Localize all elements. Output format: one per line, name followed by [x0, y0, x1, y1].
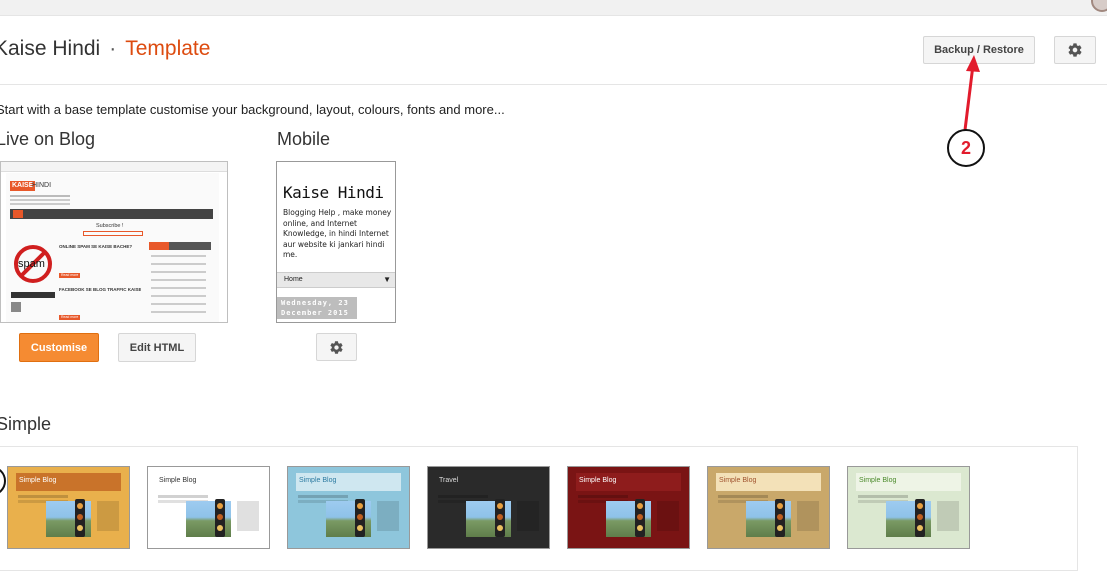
simple-heading: Simple: [0, 414, 52, 434]
theme-thumbnail[interactable]: Simple Blog: [847, 466, 970, 549]
title-separator: ·: [109, 37, 117, 60]
mobile-blog-description: Blogging Help , make money online, and I…: [283, 208, 392, 259]
theme-text-lines: [578, 495, 628, 498]
page-title: Kaise Hindi · Template: [0, 37, 210, 61]
live-template-preview[interactable]: KAISE HINDI Subscribe ! ONLINE SPAM SE K…: [0, 161, 228, 323]
settings-button[interactable]: [1054, 36, 1096, 64]
preview-home-tab: [13, 210, 23, 218]
theme-text-lines: [718, 495, 768, 498]
customise-button[interactable]: Customise: [19, 333, 99, 362]
section-name: Template: [125, 37, 211, 60]
theme-thumbnail[interactable]: Simple Blog: [707, 466, 830, 549]
theme-title: Simple Blog: [716, 473, 821, 491]
preview-widget-lines: [151, 255, 206, 257]
top-bar: [0, 0, 1107, 16]
blog-name[interactable]: Kaise Hindi: [0, 37, 100, 60]
theme-thumbnail[interactable]: Simple Blog: [7, 466, 130, 549]
theme-thumbnail[interactable]: Simple Blog: [287, 466, 410, 549]
avatar[interactable]: [1091, 0, 1107, 12]
preview-post-title-2: FACEBOOK SE BLOG TRAFFIC KAISE PAAYE ...: [59, 287, 141, 292]
theme-text-lines: [18, 495, 68, 498]
theme-title: Simple Blog: [156, 473, 261, 491]
mobile-home-label: Home: [284, 276, 303, 283]
theme-sidebar: [517, 501, 539, 531]
theme-text-lines: [438, 495, 488, 498]
mobile-template-preview[interactable]: Kaise Hindi Blogging Help , make money o…: [276, 161, 396, 323]
theme-title: Simple Blog: [296, 473, 401, 491]
theme-traffic-light: [495, 499, 505, 537]
theme-sidebar: [657, 501, 679, 531]
theme-text-lines: [158, 495, 208, 498]
preview-logo-text: HINDI: [32, 182, 52, 189]
preview-widget-tab-active: [149, 242, 169, 250]
theme-traffic-light: [635, 499, 645, 537]
gear-icon: [330, 340, 343, 354]
mobile-settings-button[interactable]: [316, 333, 357, 361]
preview-subscribe: Subscribe !: [96, 223, 124, 229]
gear-icon: [1068, 43, 1082, 57]
annotation-callout: 2: [947, 129, 985, 167]
theme-sidebar: [97, 501, 119, 531]
theme-title: Travel: [436, 473, 541, 491]
theme-sidebar: [797, 501, 819, 531]
mobile-blog-title: Kaise Hindi: [283, 183, 384, 202]
preview-tagline-lines: [10, 195, 70, 197]
theme-thumbnail[interactable]: Simple Blog: [147, 466, 270, 549]
theme-traffic-light: [75, 499, 85, 537]
theme-text-lines: [298, 495, 348, 498]
theme-title: Simple Blog: [16, 473, 121, 491]
preview-widget-item: [11, 302, 21, 312]
theme-thumbnail[interactable]: Simple Blog: [567, 466, 690, 549]
theme-sidebar: [377, 501, 399, 531]
theme-traffic-light: [215, 499, 225, 537]
theme-traffic-light: [355, 499, 365, 537]
mobile-date-header: Wednesday, 23 December 2015: [277, 297, 357, 319]
preview-spam-label: spam: [18, 258, 45, 270]
preview-navbar: [10, 209, 213, 219]
edit-html-button[interactable]: Edit HTML: [118, 333, 196, 362]
mobile-heading: Mobile: [277, 129, 331, 149]
theme-sidebar: [237, 501, 259, 531]
simple-theme-gallery: Simple Blog Simple Blog Simple Blog Trav…: [0, 446, 1078, 571]
preview-dark-widget: [11, 292, 55, 298]
theme-text-lines: [858, 495, 908, 498]
live-on-blog-heading: Live on Blog: [0, 129, 96, 149]
theme-title: Simple Blog: [576, 473, 681, 491]
intro-text: Start with a base template customise you…: [0, 102, 505, 117]
caret-down-icon: ▼: [383, 275, 391, 284]
theme-traffic-light: [775, 499, 785, 537]
preview-read-more-2: Read more: [59, 315, 81, 320]
theme-sidebar: [937, 501, 959, 531]
preview-subscribe-box: [83, 231, 143, 236]
preview-post-title-1: ONLINE SPAM SE KAISE BACHE?: [59, 244, 133, 249]
theme-traffic-light: [915, 499, 925, 537]
theme-title: Simple Blog: [856, 473, 961, 491]
preview-read-more-1: Read more: [59, 273, 81, 278]
mobile-home-menu: Home ▼: [277, 272, 395, 288]
preview-browser-bar: [1, 162, 227, 172]
theme-thumbnail[interactable]: Travel: [427, 466, 550, 549]
